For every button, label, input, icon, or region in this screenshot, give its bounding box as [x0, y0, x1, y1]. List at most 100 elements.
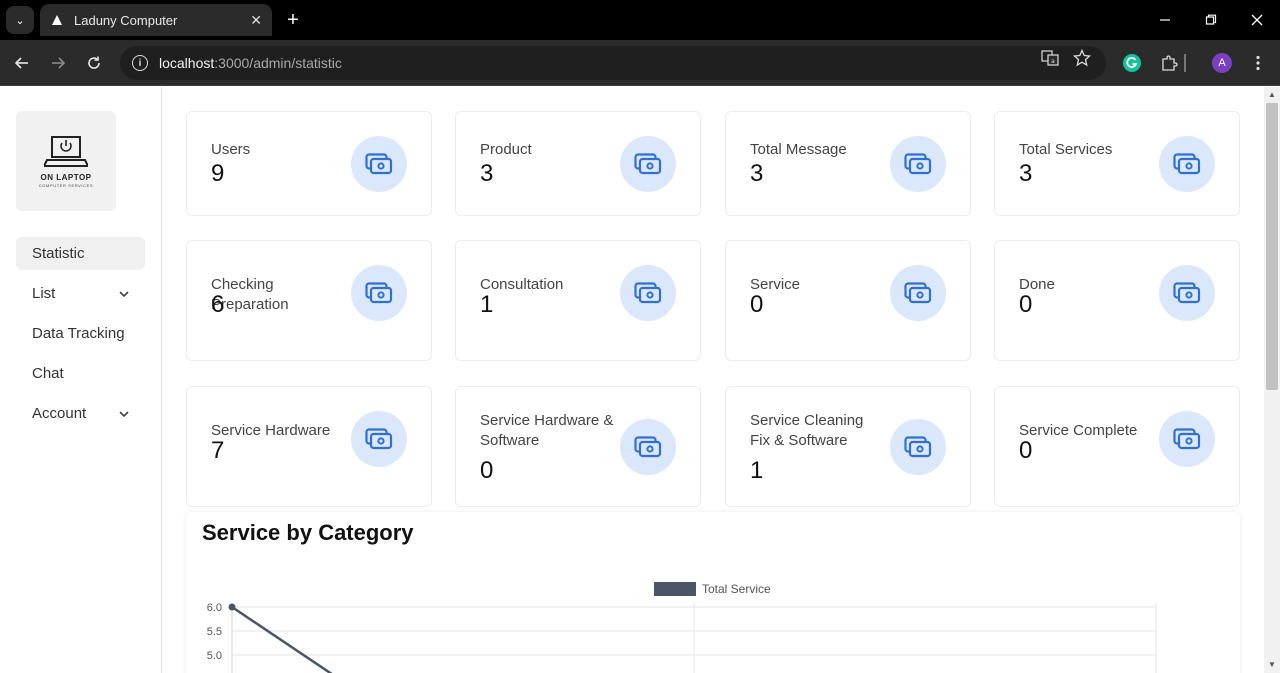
new-tab-button[interactable]: +: [282, 8, 304, 32]
stat-value: 7: [211, 437, 225, 464]
back-arrow-icon[interactable]: [10, 51, 34, 75]
money-icon: [1159, 411, 1215, 467]
sidebar-item-data-tracking[interactable]: Data Tracking: [16, 317, 145, 350]
stat-label: Product: [480, 141, 532, 158]
triangle-favicon-icon: [50, 13, 64, 27]
stat-card: Service Cleaning Fix & Software 1: [725, 386, 971, 507]
profile-avatar[interactable]: A: [1212, 53, 1232, 73]
y-tick-label: 5.5: [207, 626, 222, 638]
stat-card: Service Hardware & Software 0: [455, 386, 701, 507]
money-icon: [351, 265, 407, 321]
money-icon: [890, 136, 946, 192]
money-icon: [620, 419, 676, 475]
laptop-power-icon: [44, 135, 88, 167]
stat-value: 3: [750, 160, 764, 187]
close-window-button[interactable]: [1234, 0, 1280, 40]
scroll-thumb[interactable]: [1266, 103, 1278, 390]
stat-label: Total Services: [1019, 141, 1113, 158]
url-path: :3000/admin/statistic: [214, 55, 342, 71]
stat-value: 0: [750, 291, 764, 318]
admin-page: ON LAPTOP COMPUTER SERVICES Statistic Li…: [0, 87, 1264, 673]
stat-label: Consultation: [480, 276, 564, 293]
stat-card: Service Hardware 7: [186, 386, 432, 507]
stat-value: 9: [211, 160, 225, 187]
stat-value: 0: [480, 457, 494, 484]
stat-label: Service: [750, 276, 801, 293]
minimize-button[interactable]: [1142, 0, 1188, 40]
toolbar-divider: [1184, 54, 1186, 72]
grammarly-extension-icon[interactable]: [1121, 52, 1143, 74]
stat-card: Done 0: [994, 240, 1240, 361]
sidebar-item-label: Data Tracking: [32, 325, 125, 342]
svg-text:a: a: [1051, 58, 1055, 65]
stat-label: Users: [211, 141, 251, 158]
y-tick-label: 6.0: [207, 602, 222, 614]
series-line: [231, 605, 333, 673]
chevron-down-icon: [119, 288, 129, 300]
stat-label: Service Complete: [1019, 422, 1138, 439]
site-info-icon[interactable]: i: [132, 55, 148, 71]
more-menu-icon[interactable]: [1247, 52, 1269, 74]
stat-label: Service Hardware & Software: [480, 412, 614, 449]
tab-title: Laduny Computer: [74, 12, 178, 28]
money-icon: [351, 411, 407, 467]
browser-tab-strip: ⌄ Laduny Computer ✕ +: [0, 0, 1280, 40]
extensions-puzzle-icon[interactable]: [1158, 52, 1180, 74]
stat-value: 1: [480, 291, 494, 318]
money-icon: [890, 419, 946, 475]
stat-value: 0: [1019, 437, 1033, 464]
restore-button[interactable]: [1188, 0, 1234, 40]
stat-value: 1: [750, 457, 764, 484]
stat-label: Service Hardware: [211, 422, 331, 439]
sidebar: ON LAPTOP COMPUTER SERVICES Statistic Li…: [0, 87, 162, 673]
stat-value: 6: [211, 291, 225, 318]
stat-label: Checking Preparation: [211, 276, 289, 313]
reload-icon[interactable]: [82, 51, 106, 75]
stat-label: Service Cleaning Fix & Software: [750, 412, 864, 449]
legend-swatch: [654, 582, 696, 596]
logo-subtitle: COMPUTER SERVICES: [38, 182, 94, 188]
money-icon: [890, 265, 946, 321]
sidebar-item-list[interactable]: List: [16, 277, 145, 310]
address-bar-row: i localhost:3000/admin/statistic a: [0, 40, 1280, 86]
scroll-down-arrow-icon[interactable]: ▼: [1268, 660, 1276, 669]
money-icon: [1159, 265, 1215, 321]
data-point: [228, 603, 236, 611]
forward-arrow-icon[interactable]: [46, 51, 70, 75]
stat-value: 3: [480, 160, 494, 187]
stat-card: Consultation 1: [455, 240, 701, 361]
stat-card: Product 3: [455, 111, 701, 216]
bookmark-star-icon[interactable]: [1073, 49, 1091, 67]
service-by-category-card: Service by Category Total Service 6.0 5.5 5…: [186, 512, 1240, 673]
url-host: localhost: [159, 55, 215, 71]
url-omnibox[interactable]: i localhost:3000/admin/statistic: [120, 46, 1106, 80]
sidebar-item-chat[interactable]: Chat: [16, 357, 145, 390]
sidebar-item-label: List: [32, 285, 56, 302]
stat-value: 0: [1019, 291, 1033, 318]
stat-card: Total Message 3: [725, 111, 971, 216]
money-icon: [620, 136, 676, 192]
stat-label: Done: [1019, 276, 1055, 293]
tab-close-icon[interactable]: ✕: [250, 12, 262, 29]
stat-value: 3: [1019, 160, 1033, 187]
translate-icon[interactable]: a: [1041, 49, 1059, 67]
chevron-down-icon: ⌄: [15, 14, 25, 27]
money-icon: [620, 265, 676, 321]
sidebar-item-statistic[interactable]: Statistic: [16, 237, 145, 270]
stat-card: Checking Preparation 6: [186, 240, 432, 361]
page-scrollbar[interactable]: ▲ ▼: [1264, 87, 1280, 673]
stat-card: Total Services 3: [994, 111, 1240, 216]
tab-search-button[interactable]: ⌄: [6, 6, 34, 34]
scroll-up-arrow-icon[interactable]: ▲: [1268, 90, 1276, 99]
sidebar-item-label: Statistic: [32, 245, 85, 262]
stat-card: Service 0: [725, 240, 971, 361]
browser-tab[interactable]: Laduny Computer ✕: [40, 4, 272, 36]
logo-name: ON LAPTOP: [40, 172, 92, 182]
stat-card: Users 9: [186, 111, 432, 216]
service-line-chart: Total Service 6.0 5.5 5.0: [207, 582, 1157, 673]
sidebar-item-account[interactable]: Account: [16, 397, 145, 430]
money-icon: [351, 136, 407, 192]
money-icon: [1159, 136, 1215, 192]
legend-label: Total Service: [702, 582, 771, 596]
stat-card: Service Complete 0: [994, 386, 1240, 507]
